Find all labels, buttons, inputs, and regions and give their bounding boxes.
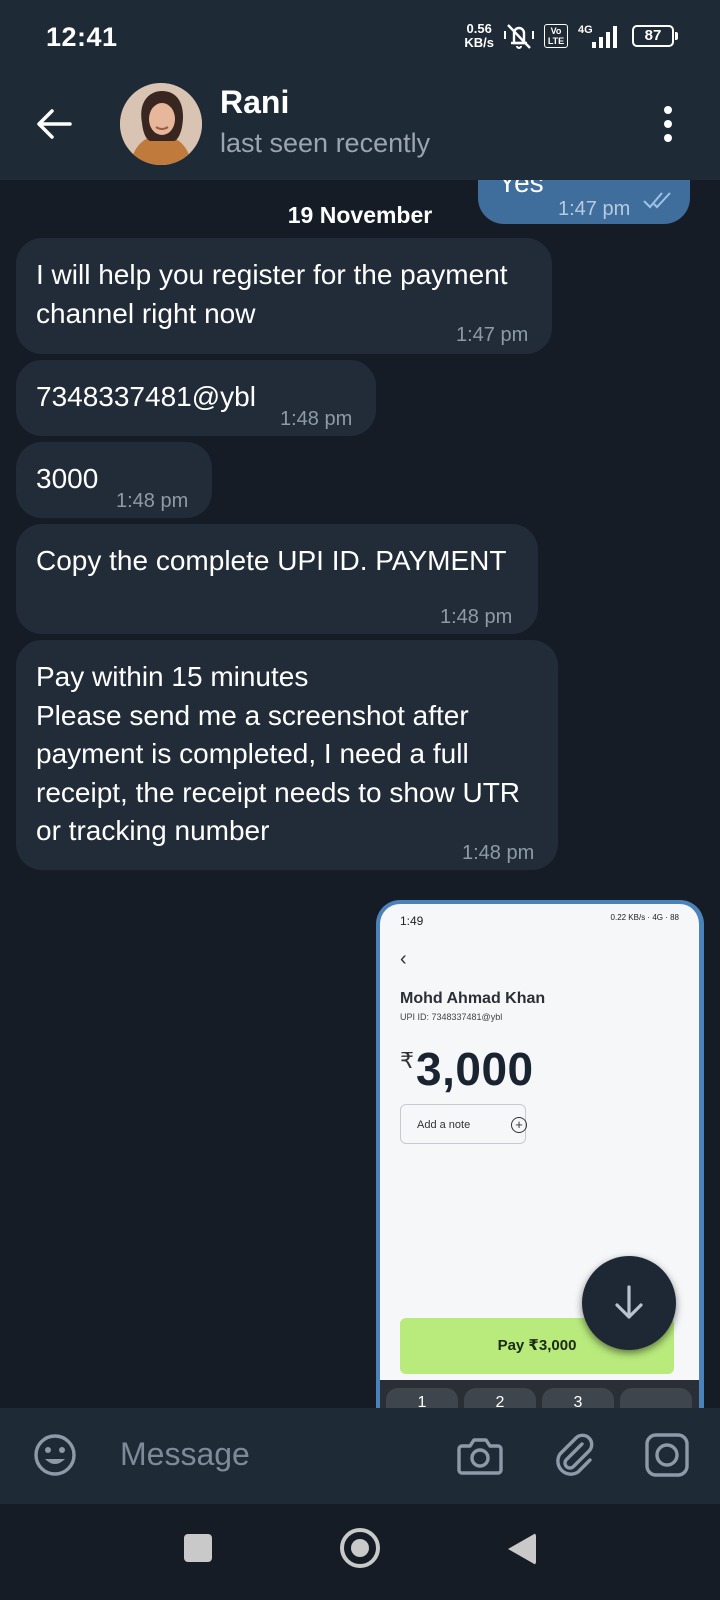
- arrow-left-icon: [37, 109, 72, 139]
- incoming-message[interactable]: Copy the complete UPI ID. PAYMENT 1:48 p…: [16, 524, 538, 634]
- screenshot-status-icons: 0.22 KB/s · 4G · 88: [610, 913, 679, 922]
- screenshot-currency-symbol: ₹: [400, 1048, 414, 1073]
- emoji-icon: [34, 1434, 76, 1476]
- screenshot-key: 1: [386, 1388, 458, 1408]
- avatar[interactable]: [120, 83, 202, 165]
- video-message-button[interactable]: [644, 1432, 690, 1483]
- message-text: 3000: [36, 463, 99, 494]
- message-time: 1:48 pm: [462, 842, 535, 864]
- dot-icon: [664, 106, 672, 114]
- back-button[interactable]: [34, 104, 74, 144]
- system-back-button[interactable]: [508, 1533, 536, 1565]
- vibrate-muted-icon: [502, 21, 536, 51]
- screenshot-time: 1:49: [400, 914, 424, 928]
- incoming-message[interactable]: Pay within 15 minutes Please send me a s…: [16, 640, 558, 870]
- contact-name[interactable]: Rani: [220, 84, 289, 121]
- screenshot-keypad: 1 2 3: [380, 1380, 699, 1408]
- message-input[interactable]: Message: [120, 1436, 250, 1473]
- system-nav-bar: [0, 1504, 720, 1600]
- message-time: 1:48 pm: [280, 408, 353, 430]
- screenshot-key: 2: [464, 1388, 536, 1408]
- incoming-message[interactable]: I will help you register for the payment…: [16, 238, 552, 354]
- status-icons: 0.56 KB/s Vo LTE 4G 87: [464, 20, 678, 52]
- paperclip-icon: [556, 1433, 594, 1476]
- screenshot-note-label: Add a note: [417, 1119, 471, 1131]
- message-time: 1:48 pm: [116, 490, 189, 512]
- contact-status: last seen recently: [220, 128, 431, 158]
- network-speed-unit: KB/s: [464, 35, 494, 50]
- message-text: 7348337481@ybl: [36, 381, 256, 412]
- screenshot-key: [620, 1388, 692, 1408]
- status-time: 12:41: [46, 22, 118, 52]
- emoji-button[interactable]: [32, 1432, 78, 1483]
- network-speed-value: 0.56: [466, 21, 492, 36]
- screenshot-chevron-left-icon: ‹: [400, 948, 407, 970]
- status-bar: 12:41 0.56 KB/s Vo LTE 4G 87: [0, 0, 720, 68]
- message-time: 1:47 pm: [456, 324, 529, 346]
- avatar-image: [120, 83, 202, 165]
- more-options-button[interactable]: [662, 106, 674, 142]
- message-input-bar: Message: [0, 1408, 720, 1504]
- incoming-message[interactable]: 7348337481@ybl 1:48 pm: [16, 360, 376, 436]
- screenshot-amount: 3,000: [416, 1043, 534, 1095]
- video-message-icon: [645, 1433, 689, 1477]
- telegram-chat-screen: 12:41 0.56 KB/s Vo LTE 4G 87 Rani last s…: [0, 0, 720, 1600]
- network-speed: 0.56 KB/s: [464, 22, 494, 50]
- chat-header: Rani last seen recently: [0, 68, 720, 180]
- home-button[interactable]: [340, 1528, 380, 1568]
- message-time: 1:48 pm: [440, 606, 513, 628]
- recents-button[interactable]: [184, 1534, 212, 1562]
- volte-icon: Vo LTE: [544, 24, 568, 48]
- date-separator: 19 November: [287, 202, 433, 228]
- attach-button[interactable]: [552, 1432, 598, 1483]
- screenshot-key: 3: [542, 1388, 614, 1408]
- dot-icon: [664, 134, 672, 142]
- svg-text:4G: 4G: [578, 24, 593, 36]
- message-text: I will help you register for the payment…: [36, 259, 508, 329]
- message-text: Pay within 15 minutes Please send me a s…: [36, 661, 521, 846]
- camera-button[interactable]: [456, 1432, 504, 1483]
- message-text: Yes: [498, 180, 544, 198]
- battery-tip: [675, 32, 678, 40]
- screenshot-plus-icon: +: [511, 1117, 527, 1133]
- screenshot-upi-id: UPI ID: 7348337481@ybl: [400, 1012, 503, 1022]
- message-text: Copy the complete UPI ID. PAYMENT: [36, 545, 507, 576]
- dot-icon: [664, 120, 672, 128]
- screenshot-payee-name: Mohd Ahmad Khan: [400, 990, 546, 1007]
- incoming-message[interactable]: 3000 1:48 pm: [16, 442, 212, 518]
- battery-level: 87: [632, 25, 674, 47]
- screenshot-add-note: Add a note +: [400, 1104, 527, 1144]
- message-list[interactable]: Yes 1:47 pm 19 November I will help you …: [0, 180, 720, 1408]
- scroll-down-button[interactable]: [582, 1256, 676, 1350]
- camera-icon: [457, 1438, 503, 1475]
- signal-icon: 4G: [576, 22, 624, 50]
- arrow-down-icon: [615, 1285, 643, 1319]
- battery-indicator: 87: [632, 25, 678, 47]
